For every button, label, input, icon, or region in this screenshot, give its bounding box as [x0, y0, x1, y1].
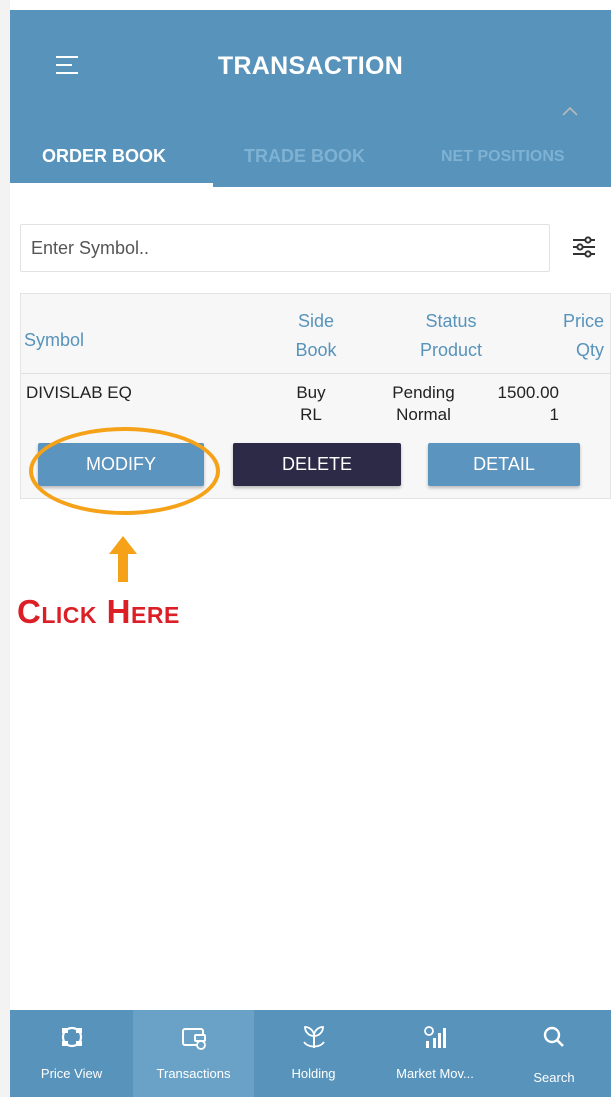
- nav-label-search: Search: [533, 1070, 575, 1085]
- nav-item-price-view[interactable]: Price View: [10, 1010, 133, 1097]
- left-edge: [0, 0, 10, 1097]
- arrow-up-icon: [109, 536, 137, 582]
- order-qty: 1: [549, 405, 559, 424]
- order-product: Normal: [396, 405, 451, 424]
- order-price: 1500.00: [497, 383, 559, 402]
- nav-item-search[interactable]: Search: [497, 1010, 611, 1097]
- nav-label-transactions: Transactions: [156, 1066, 231, 1081]
- click-here-annotation: Click Here: [17, 593, 180, 630]
- market-movers-icon: [424, 1026, 446, 1048]
- header-symbol: Symbol: [24, 330, 85, 350]
- price-view-icon: [61, 1026, 82, 1048]
- app-bar: TRANSACTION ORDER BOOK TRADE BOOK NET PO…: [10, 10, 611, 187]
- nav-label-holding: Holding: [291, 1066, 336, 1081]
- search-icon: [543, 1026, 564, 1047]
- delete-button[interactable]: DELETE: [233, 443, 401, 486]
- nav-label-price-view: Price View: [40, 1066, 103, 1081]
- tab-order-book[interactable]: ORDER BOOK: [42, 146, 166, 167]
- tab-trade-book[interactable]: TRADE BOOK: [244, 146, 365, 167]
- order-status: Pending: [392, 383, 455, 402]
- nav-item-market-movers[interactable]: Market Mov...: [373, 1010, 497, 1097]
- modify-button[interactable]: MODIFY: [38, 443, 204, 486]
- symbol-search-input[interactable]: [20, 224, 550, 272]
- nav-label-market-movers: Market Mov...: [396, 1066, 474, 1081]
- filter-settings-icon[interactable]: [569, 232, 599, 262]
- collapse-chevron-up-icon[interactable]: [561, 105, 579, 117]
- header-price: Price: [562, 311, 604, 331]
- order-symbol: DIVISLAB EQ: [26, 383, 132, 402]
- tab-net-positions[interactable]: NET POSITIONS: [441, 148, 565, 166]
- bottom-navigation: Price View Transactions Holding Market M…: [10, 1010, 611, 1097]
- header-book: Book: [295, 340, 337, 360]
- nav-item-holding[interactable]: Holding: [254, 1010, 373, 1097]
- table-header: Symbol Side Book Status Product Price Qt…: [21, 294, 610, 374]
- transaction-tabs: ORDER BOOK TRADE BOOK NET POSITIONS: [10, 128, 611, 187]
- header-product: Product: [419, 340, 483, 360]
- header-status: Status: [425, 311, 477, 331]
- order-side: Buy: [296, 383, 326, 402]
- header-qty: Qty: [575, 340, 604, 360]
- detail-button[interactable]: DETAIL: [428, 443, 580, 486]
- holding-plant-icon: [302, 1026, 325, 1048]
- wallet-icon: [181, 1028, 206, 1050]
- page-title: TRANSACTION: [217, 52, 404, 80]
- nav-item-transactions[interactable]: Transactions: [133, 1010, 254, 1097]
- order-book: RL: [300, 405, 322, 424]
- header-side: Side: [297, 311, 335, 331]
- active-tab-indicator: [10, 183, 213, 187]
